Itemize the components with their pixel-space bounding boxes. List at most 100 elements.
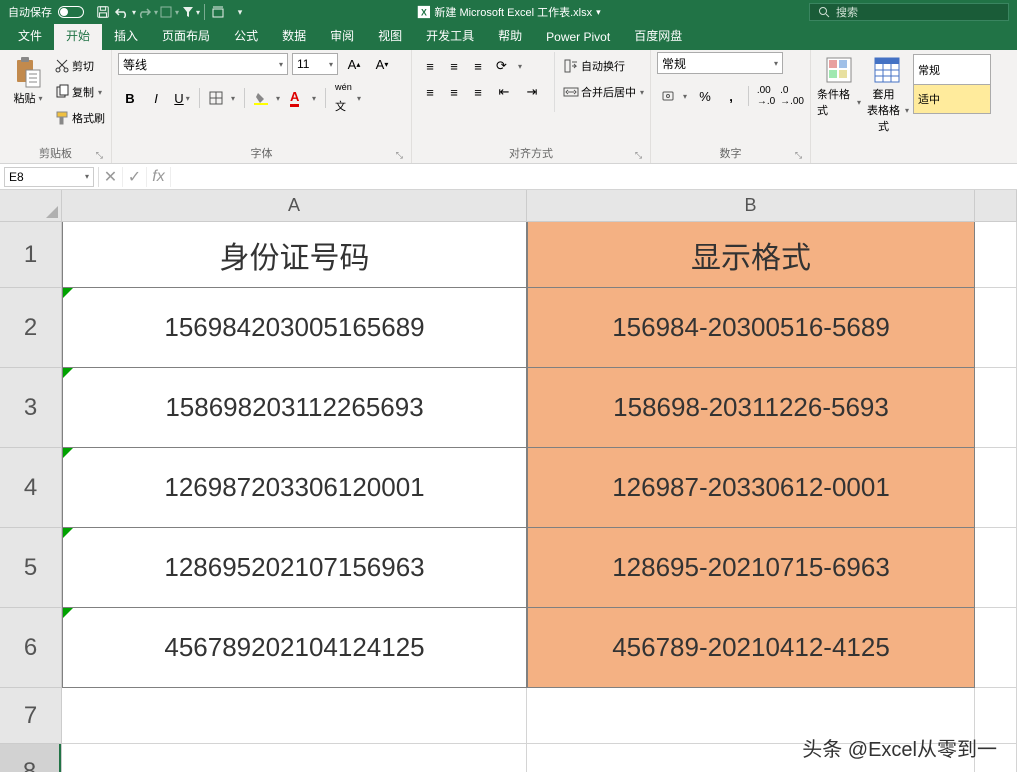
- font-name-combo[interactable]: 等线▾: [118, 53, 288, 75]
- align-bottom-button[interactable]: ≡: [466, 54, 490, 78]
- conditional-format-button[interactable]: 条件格式▾: [817, 52, 861, 118]
- cell-style-normal[interactable]: 常规: [913, 54, 991, 84]
- document-title: X 新建 Microsoft Excel 工作表.xlsx ▾: [416, 4, 600, 20]
- wrap-text-button[interactable]: 自动换行: [563, 54, 644, 78]
- decrease-decimal-button[interactable]: .0→.00: [780, 84, 804, 108]
- tab-审阅[interactable]: 审阅: [318, 21, 366, 50]
- font-color-button[interactable]: A▾: [286, 86, 320, 110]
- row-header-5[interactable]: 5: [0, 528, 61, 608]
- decrease-indent-button[interactable]: ⇤: [492, 80, 516, 104]
- search-icon: [818, 6, 830, 18]
- undo-icon[interactable]: ▾: [114, 1, 136, 23]
- format-as-table-button[interactable]: 套用 表格格式▾: [865, 52, 909, 134]
- merge-center-button[interactable]: 合并后居中▾: [563, 80, 644, 104]
- copy-button[interactable]: 复制▾: [54, 80, 105, 104]
- tab-开始[interactable]: 开始: [54, 21, 102, 50]
- column-header-B[interactable]: B: [527, 190, 975, 221]
- accounting-format-button[interactable]: ▾: [657, 84, 691, 108]
- cut-button[interactable]: 剪切: [54, 54, 105, 78]
- insert-function-button[interactable]: fx: [147, 167, 171, 187]
- cell[interactable]: [975, 288, 1017, 368]
- cell[interactable]: [975, 448, 1017, 528]
- cell[interactable]: 128695202107156963: [62, 528, 527, 608]
- cell[interactable]: [975, 368, 1017, 448]
- tab-百度网盘[interactable]: 百度网盘: [622, 21, 694, 50]
- formula-input[interactable]: [171, 167, 1017, 187]
- tab-公式[interactable]: 公式: [222, 21, 270, 50]
- percent-button[interactable]: %: [693, 84, 717, 108]
- increase-indent-button[interactable]: ⇥: [520, 80, 544, 104]
- tab-帮助[interactable]: 帮助: [486, 21, 534, 50]
- autosave-toggle[interactable]: 自动保存: [0, 4, 92, 20]
- column-header-A[interactable]: A: [62, 190, 527, 221]
- phonetic-button[interactable]: wén文▾: [331, 86, 365, 110]
- qat-more-icon[interactable]: [207, 1, 229, 23]
- row-header-4[interactable]: 4: [0, 448, 61, 528]
- search-box[interactable]: 搜索: [809, 3, 1009, 21]
- cell[interactable]: 456789202104124125: [62, 608, 527, 688]
- confirm-formula-button[interactable]: ✓: [123, 167, 147, 187]
- redo-icon[interactable]: ▾: [136, 1, 158, 23]
- tab-数据[interactable]: 数据: [270, 21, 318, 50]
- cell[interactable]: [975, 222, 1017, 288]
- align-left-button[interactable]: ≡: [418, 80, 442, 104]
- spreadsheet-grid[interactable]: AB 12345678 身份证号码显示格式1569842030051656891…: [0, 190, 1017, 772]
- cell[interactable]: [62, 688, 527, 744]
- paste-button[interactable]: 粘贴▾: [6, 52, 50, 106]
- number-format-combo[interactable]: 常规▾: [657, 52, 783, 74]
- tab-页面布局[interactable]: 页面布局: [150, 21, 222, 50]
- wrap-icon: [563, 58, 579, 74]
- toggle-switch[interactable]: [58, 6, 84, 18]
- row-header-7[interactable]: 7: [0, 688, 61, 744]
- filter-icon[interactable]: ▾: [180, 1, 202, 23]
- tab-开发工具[interactable]: 开发工具: [414, 21, 486, 50]
- tab-视图[interactable]: 视图: [366, 21, 414, 50]
- align-center-button[interactable]: ≡: [442, 80, 466, 104]
- cell[interactable]: 身份证号码: [62, 222, 527, 288]
- bold-button[interactable]: B: [118, 86, 142, 110]
- tab-Power Pivot[interactable]: Power Pivot: [534, 24, 622, 50]
- qat-icon1[interactable]: ▾: [158, 1, 180, 23]
- underline-button[interactable]: U▾: [170, 86, 194, 110]
- cell[interactable]: 156984-20300516-5689: [527, 288, 975, 368]
- row-header-1[interactable]: 1: [0, 222, 61, 288]
- column-header-blank[interactable]: [975, 190, 1017, 221]
- customize-qat-icon[interactable]: ▾: [229, 1, 251, 23]
- tab-文件[interactable]: 文件: [6, 21, 54, 50]
- orientation-button[interactable]: ⟳▾: [492, 54, 526, 78]
- cell[interactable]: 156984203005165689: [62, 288, 527, 368]
- comma-button[interactable]: ,: [719, 84, 743, 108]
- cell[interactable]: 158698-20311226-5693: [527, 368, 975, 448]
- italic-button[interactable]: I: [144, 86, 168, 110]
- name-box[interactable]: E8▾: [4, 167, 94, 187]
- row-header-2[interactable]: 2: [0, 288, 61, 368]
- increase-decimal-button[interactable]: .00→.0: [754, 84, 778, 108]
- save-icon[interactable]: [92, 1, 114, 23]
- ribbon-group-clipboard: 粘贴▾ 剪切 复制▾ 格式刷 剪贴板⤡: [0, 50, 112, 163]
- row-header-8[interactable]: 8: [0, 744, 61, 772]
- cell[interactable]: [975, 608, 1017, 688]
- row-header-6[interactable]: 6: [0, 608, 61, 688]
- tab-插入[interactable]: 插入: [102, 21, 150, 50]
- cell[interactable]: 126987-20330612-0001: [527, 448, 975, 528]
- format-painter-button[interactable]: 格式刷: [54, 106, 105, 130]
- border-button[interactable]: ▾: [205, 86, 239, 110]
- increase-font-button[interactable]: A▴: [342, 52, 366, 76]
- cancel-formula-button[interactable]: ✕: [99, 167, 123, 187]
- cell[interactable]: 126987203306120001: [62, 448, 527, 528]
- font-size-combo[interactable]: 11▾: [292, 53, 338, 75]
- cell[interactable]: 158698203112265693: [62, 368, 527, 448]
- cell[interactable]: 显示格式: [527, 222, 975, 288]
- align-middle-button[interactable]: ≡: [442, 54, 466, 78]
- cell[interactable]: 456789-20210412-4125: [527, 608, 975, 688]
- fill-color-button[interactable]: ▾: [250, 86, 284, 110]
- cell[interactable]: [975, 528, 1017, 608]
- align-top-button[interactable]: ≡: [418, 54, 442, 78]
- cell-style-neutral[interactable]: 适中: [913, 84, 991, 114]
- select-all-corner[interactable]: [0, 190, 62, 222]
- decrease-font-button[interactable]: A▾: [370, 52, 394, 76]
- cell[interactable]: [62, 744, 527, 772]
- cell[interactable]: 128695-20210715-6963: [527, 528, 975, 608]
- align-right-button[interactable]: ≡: [466, 80, 490, 104]
- row-header-3[interactable]: 3: [0, 368, 61, 448]
